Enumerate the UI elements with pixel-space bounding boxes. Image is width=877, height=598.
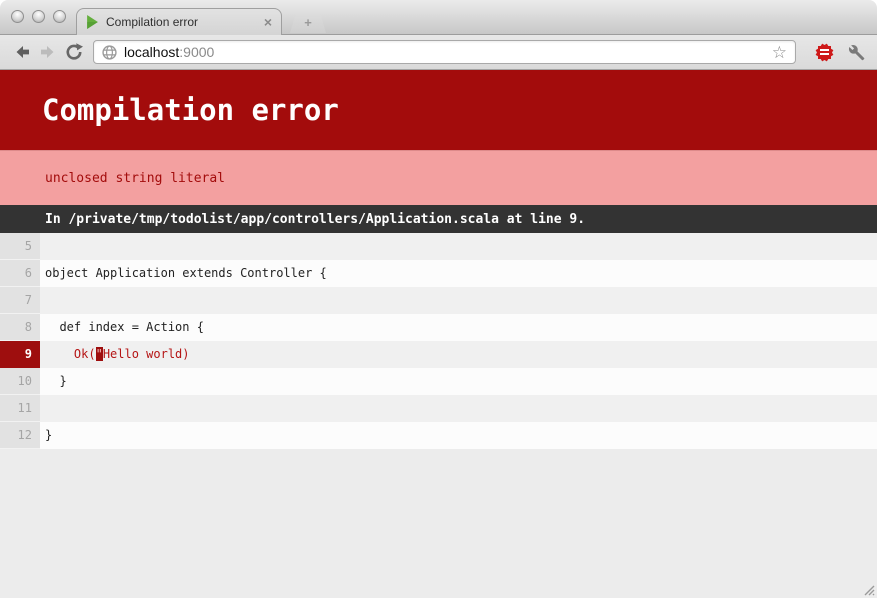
site-globe-icon — [102, 45, 117, 60]
code-line: 12 } — [0, 422, 877, 449]
forward-button[interactable] — [35, 40, 61, 64]
code-line-error: 9 Ok("Hello world) — [0, 341, 877, 368]
zoom-window-button[interactable] — [53, 10, 66, 23]
error-line-number: 9 — [0, 341, 40, 368]
line-number: 5 — [0, 233, 40, 260]
code-line: 7 — [0, 287, 877, 314]
code-text: object Application extends Controller { — [40, 260, 877, 287]
back-button[interactable] — [9, 40, 35, 64]
code-text: def index = Action { — [40, 314, 877, 341]
window-titlebar: Compilation error × + — [0, 0, 877, 35]
tab-close-icon[interactable]: × — [264, 15, 272, 29]
url-host: localhost — [124, 44, 179, 60]
wrench-icon — [847, 43, 866, 62]
browser-tab[interactable]: Compilation error × — [76, 8, 282, 35]
reload-icon — [64, 42, 84, 62]
line-number: 6 — [0, 260, 40, 287]
error-page-title: Compilation error — [0, 70, 877, 150]
error-code-before: Ok( — [45, 347, 96, 361]
red-badge-icon — [816, 44, 833, 61]
resize-grip[interactable] — [859, 580, 875, 596]
extension-badge-button[interactable] — [812, 40, 836, 64]
code-listing: 5 6 object Application extends Controlle… — [0, 233, 877, 449]
code-text — [40, 287, 877, 314]
code-text: } — [40, 368, 877, 395]
page-background — [0, 449, 877, 598]
play-framework-favicon-icon — [86, 15, 99, 29]
close-window-button[interactable] — [11, 10, 24, 23]
minimize-window-button[interactable] — [32, 10, 45, 23]
line-number: 12 — [0, 422, 40, 449]
line-number: 11 — [0, 395, 40, 422]
browser-toolbar: localhost :9000 ☆ — [0, 35, 877, 70]
back-arrow-icon — [12, 42, 32, 62]
code-line: 10 } — [0, 368, 877, 395]
window-controls — [11, 10, 66, 23]
forward-arrow-icon — [38, 42, 58, 62]
new-tab-button[interactable]: + — [290, 14, 326, 33]
error-code-after: Hello world) — [103, 347, 190, 361]
error-location: In /private/tmp/todolist/app/controllers… — [0, 205, 877, 233]
code-text — [40, 395, 877, 422]
line-number: 10 — [0, 368, 40, 395]
tab-title: Compilation error — [106, 15, 264, 29]
line-number: 7 — [0, 287, 40, 314]
code-line: 6 object Application extends Controller … — [0, 260, 877, 287]
error-message: unclosed string literal — [0, 150, 877, 205]
bookmark-star-icon[interactable]: ☆ — [772, 44, 787, 61]
settings-button[interactable] — [844, 40, 868, 64]
browser-window: Compilation error × + — [0, 0, 877, 598]
url-port: :9000 — [179, 44, 214, 60]
error-marker: " — [96, 347, 103, 361]
line-number: 8 — [0, 314, 40, 341]
code-line: 11 — [0, 395, 877, 422]
code-line: 5 — [0, 233, 877, 260]
address-bar[interactable]: localhost :9000 ☆ — [93, 40, 796, 64]
reload-button[interactable] — [61, 40, 87, 64]
code-line: 8 def index = Action { — [0, 314, 877, 341]
code-text: } — [40, 422, 877, 449]
code-text — [40, 233, 877, 260]
error-code-text: Ok("Hello world) — [40, 341, 877, 368]
